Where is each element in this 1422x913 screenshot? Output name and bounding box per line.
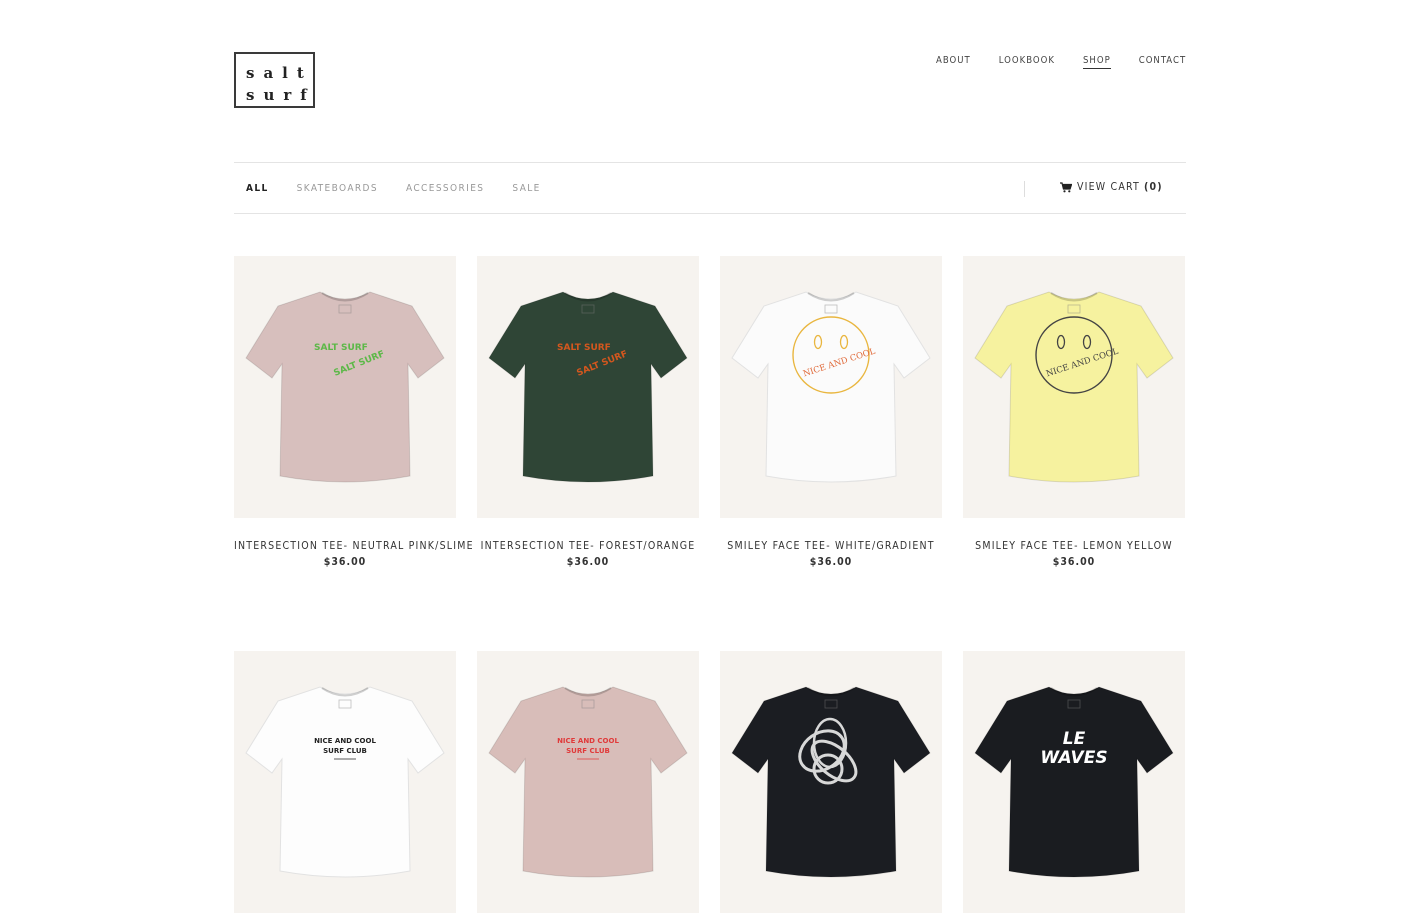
category-filters: ALL SKATEBOARDS ACCESSORIES SALE [246, 183, 569, 194]
product-card[interactable]: NICE AND COOL SMILEY FACE TEE- WHITE/GRA… [720, 256, 942, 568]
product-price: $36.00 [566, 556, 610, 568]
product-name[interactable]: INTERSECTION TEE- FOREST/ORANGE [477, 540, 699, 552]
svg-text:SURF CLUB: SURF CLUB [566, 747, 610, 755]
product-card[interactable]: NICE AND COOL SMILEY FACE TEE- LEMON YEL… [963, 256, 1185, 568]
category-filter-bar: ALL SKATEBOARDS ACCESSORIES SALE VIEW CA… [234, 162, 1186, 214]
tshirt-illustration: LEWAVES [974, 686, 1174, 878]
svg-text:NICE AND COOL: NICE AND COOL [314, 737, 376, 745]
tshirt-illustration: SALT SURFSALT SURF [245, 291, 445, 483]
tshirt-illustration: NICE AND COOL [731, 291, 931, 483]
nav-lookbook[interactable]: LOOKBOOK [999, 55, 1055, 69]
product-price: $36.00 [1052, 556, 1096, 568]
product-name[interactable]: INTERSECTION TEE- NEUTRAL PINK/SLIME [234, 540, 473, 552]
product-name[interactable]: SMILEY FACE TEE- LEMON YELLOW [963, 540, 1185, 552]
product-name[interactable]: SMILEY FACE TEE- WHITE/GRADIENT [720, 540, 942, 552]
cart-count: (0) [1143, 181, 1163, 193]
svg-text:SALT SURF: SALT SURF [314, 343, 368, 353]
product-image[interactable]: SALT SURF SALT SURF [477, 256, 699, 518]
filter-all[interactable]: ALL [246, 183, 269, 194]
main-nav: ABOUT LOOKBOOK SHOP CONTACT [936, 55, 1214, 69]
svg-text:SALT SURF: SALT SURF [557, 343, 611, 353]
product-card[interactable]: SALT SURF SALT SURF INTERSECTION TEE- NEU… [234, 256, 473, 568]
filter-skateboards[interactable]: SKATEBOARDS [297, 183, 378, 194]
logo-line-1: salt [246, 64, 313, 82]
svg-text:LE: LE [1063, 729, 1086, 749]
product-price: $36.00 [809, 556, 853, 568]
tshirt-illustration: NICE AND COOL SURF CLUB [488, 686, 688, 878]
product-card[interactable]: SALT SURF SALT SURF INTERSECTION TEE- FOR… [477, 256, 699, 568]
filter-accessories[interactable]: ACCESSORIES [406, 183, 484, 194]
product-card[interactable]: LE WAVES [963, 651, 1185, 913]
tshirt-illustration: NICE AND COOL [974, 291, 1174, 483]
svg-text:NICE AND COOL: NICE AND COOL [557, 737, 619, 745]
product-image[interactable]: NICE AND COOL SURF CLUB [234, 651, 456, 913]
tshirt-illustration: SALT SURFSALT SURF [488, 291, 688, 483]
svg-text:WAVES: WAVES [1040, 748, 1107, 768]
product-image[interactable]: NICE AND COOL SURF CLUB [477, 651, 699, 913]
nav-shop[interactable]: SHOP [1082, 55, 1111, 69]
product-image[interactable]: SALT SURF SALT SURF [234, 256, 456, 518]
product-card[interactable]: NICE AND COOL SURF CLUB [234, 651, 456, 913]
product-card[interactable] [720, 651, 942, 913]
svg-text:SURF CLUB: SURF CLUB [323, 747, 367, 755]
product-card[interactable]: NICE AND COOL SURF CLUB [477, 651, 699, 913]
divider [1024, 181, 1025, 197]
filter-sale[interactable]: SALE [512, 183, 540, 194]
tshirt-illustration: NICE AND COOL SURF CLUB [245, 686, 445, 878]
product-image[interactable] [720, 651, 942, 913]
view-cart-link[interactable]: VIEW CART (0) [1060, 181, 1163, 193]
product-image[interactable]: LE WAVES [963, 651, 1185, 913]
product-price: $36.00 [323, 556, 367, 568]
site-logo[interactable]: salt surf [234, 52, 315, 108]
product-image[interactable]: NICE AND COOL [720, 256, 942, 518]
product-image[interactable]: NICE AND COOL [963, 256, 1185, 518]
logo-line-2: surf [246, 86, 316, 104]
view-cart-label: VIEW CART [1077, 181, 1140, 193]
nav-about[interactable]: ABOUT [936, 55, 971, 69]
nav-contact[interactable]: CONTACT [1139, 55, 1186, 69]
tshirt-illustration [731, 686, 931, 878]
cart-icon [1060, 181, 1072, 192]
